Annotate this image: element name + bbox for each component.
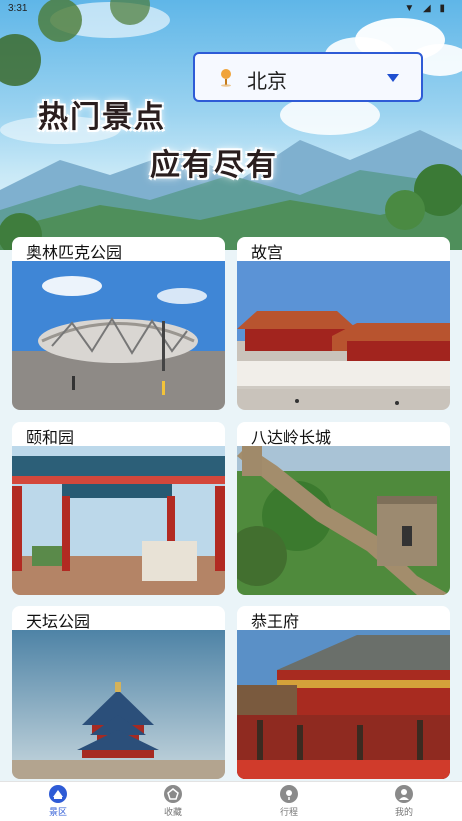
summer-palace-gate-image bbox=[12, 446, 225, 595]
tab-label: 收藏 bbox=[163, 808, 182, 818]
tab-scenic[interactable]: 景区 bbox=[28, 785, 88, 821]
tab-favorites[interactable]: 收藏 bbox=[143, 785, 203, 821]
attraction-title: 天坛公园 bbox=[26, 612, 91, 631]
attraction-title: 奥林匹克公园 bbox=[26, 243, 123, 262]
status-time: 3:31 bbox=[8, 3, 28, 14]
slogan-line-1: 热门景点 bbox=[38, 100, 166, 135]
attraction-title: 恭王府 bbox=[251, 612, 300, 631]
attraction-card-prince-gong-mansion[interactable]: 恭王府 bbox=[237, 606, 450, 779]
tab-label: 行程 bbox=[279, 808, 298, 818]
attraction-card-great-wall[interactable]: 八达岭长城 bbox=[237, 422, 450, 595]
tab-label: 我的 bbox=[394, 808, 413, 818]
attraction-card-temple-of-heaven[interactable]: 天坛公园 bbox=[12, 606, 225, 779]
attraction-title: 故宫 bbox=[251, 243, 284, 262]
hero-banner: 3:31 ▼ ◢ ▮ 热门景点 应有尽有 bbox=[0, 0, 462, 250]
tab-itinerary[interactable]: 行程 bbox=[259, 785, 319, 821]
itinerary-icon bbox=[280, 785, 298, 803]
bottom-tab-bar: 景区 收藏 行程 我的 bbox=[0, 781, 462, 821]
status-icons: ▼ ◢ ▮ bbox=[404, 3, 448, 14]
attraction-card-summer-palace[interactable]: 颐和园 bbox=[12, 422, 225, 595]
attraction-card-forbidden-city[interactable]: 故宫 bbox=[237, 237, 450, 410]
attraction-title: 颐和园 bbox=[26, 428, 75, 447]
slogan-line-2: 应有尽有 bbox=[150, 148, 278, 183]
status-bar: 3:31 ▼ ◢ ▮ bbox=[0, 0, 462, 18]
tab-label: 景区 bbox=[48, 808, 67, 818]
favorites-icon bbox=[164, 785, 182, 803]
profile-icon bbox=[395, 785, 413, 803]
great-wall-image bbox=[237, 446, 450, 595]
scenic-icon bbox=[49, 785, 67, 803]
tab-profile[interactable]: 我的 bbox=[374, 785, 434, 821]
chevron-down-icon bbox=[387, 74, 399, 82]
city-dropdown[interactable]: 北京 bbox=[193, 52, 423, 102]
city-dropdown-value: 北京 bbox=[247, 69, 287, 93]
attraction-title: 八达岭长城 bbox=[251, 428, 332, 447]
birds-nest-stadium-image bbox=[12, 261, 225, 410]
attraction-card-olympic-park[interactable]: 奥林匹克公园 bbox=[12, 237, 225, 410]
temple-of-heaven-image bbox=[12, 630, 225, 779]
location-pin-icon bbox=[221, 69, 231, 87]
forbidden-city-image bbox=[237, 261, 450, 410]
prince-gong-mansion-image bbox=[237, 630, 450, 779]
